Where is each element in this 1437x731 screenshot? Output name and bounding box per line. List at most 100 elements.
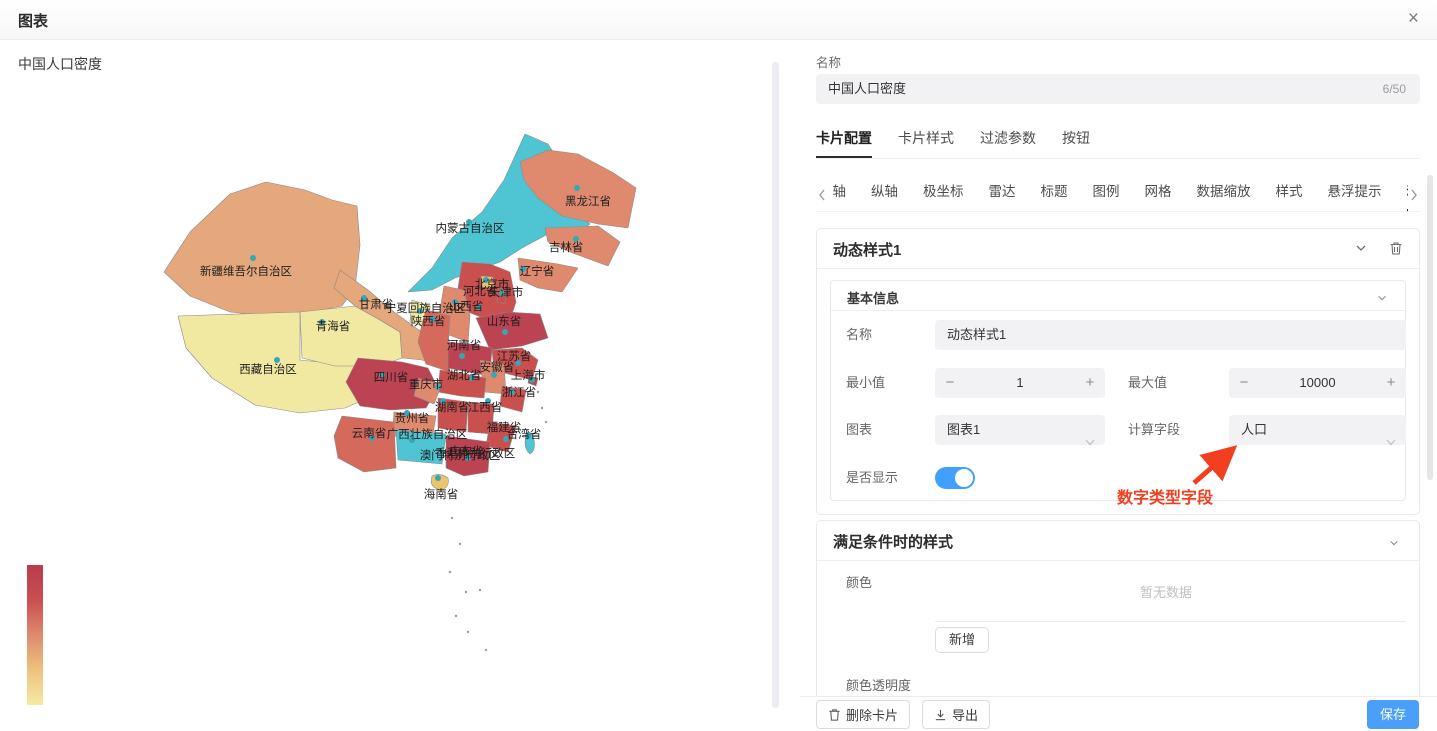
subtab-纵轴[interactable]: 纵轴 bbox=[871, 180, 898, 211]
small-island-mark bbox=[467, 631, 469, 633]
province-label-澳门特别行政区: 澳门特别行政区 bbox=[420, 448, 501, 462]
visible-toggle-label: 是否显示 bbox=[846, 463, 898, 493]
province-label-河南省: 河南省 bbox=[447, 338, 482, 352]
province-label-山东省: 山东省 bbox=[487, 315, 522, 328]
subtab-极坐标[interactable]: 极坐标 bbox=[923, 180, 964, 211]
download-icon bbox=[934, 708, 947, 722]
min-value-stepper[interactable]: − 1 + bbox=[935, 368, 1105, 398]
condition-style-header[interactable]: 满足条件时的样式 bbox=[817, 521, 1419, 561]
province-label-湖南省: 湖南省 bbox=[435, 400, 470, 414]
empty-data-text: 暂无数据 bbox=[1140, 582, 1192, 601]
subtab-数据缩放[interactable]: 数据缩放 bbox=[1197, 180, 1251, 211]
province-label-西藏自治区: 西藏自治区 bbox=[239, 362, 297, 376]
small-island-mark bbox=[449, 571, 451, 573]
subtab-网格[interactable]: 网格 bbox=[1145, 180, 1172, 211]
footer-bar: 删除卡片 导出 保存 bbox=[800, 696, 1437, 731]
chart-select-label: 图表 bbox=[846, 415, 872, 445]
province-label-江西省: 江西省 bbox=[468, 401, 503, 414]
calc-field-label: 计算字段 bbox=[1128, 415, 1180, 445]
province-label-陕西省: 陕西省 bbox=[411, 314, 446, 328]
tab-按钮[interactable]: 按钮 bbox=[1062, 128, 1090, 158]
province-label-宁夏回族自治区: 宁夏回族自治区 bbox=[385, 301, 466, 315]
subtabs-scroll-right-icon[interactable] bbox=[1408, 186, 1422, 204]
small-island-mark bbox=[479, 589, 481, 591]
export-button[interactable]: 导出 bbox=[922, 700, 990, 729]
province-新疆维吾尔自治区[interactable] bbox=[164, 182, 360, 316]
subtabs-scroll-left-icon[interactable] bbox=[816, 186, 830, 204]
dialog-title: 图表 bbox=[18, 10, 48, 31]
main-tabs: 卡片配置卡片样式过滤参数按钮 bbox=[816, 128, 1420, 159]
capital-dot-黑龙江省 bbox=[574, 185, 580, 191]
small-island-mark bbox=[451, 517, 453, 519]
capital-dot-海南省 bbox=[435, 475, 441, 481]
province-label-四川省: 四川省 bbox=[374, 371, 409, 384]
subtab-样式[interactable]: 样式 bbox=[1276, 180, 1303, 211]
province-label-台湾省: 台湾省 bbox=[507, 427, 542, 441]
annotation-arrow bbox=[1180, 443, 1250, 488]
divider bbox=[935, 621, 1406, 622]
delete-card-button[interactable]: 删除卡片 bbox=[816, 700, 910, 729]
min-increment-icon[interactable]: + bbox=[1077, 368, 1103, 398]
tab-卡片样式[interactable]: 卡片样式 bbox=[898, 128, 954, 158]
dynamic-style-title: 动态样式1 bbox=[833, 239, 901, 260]
basic-info-header[interactable]: 基本信息 bbox=[831, 281, 1405, 311]
small-island-mark bbox=[455, 615, 457, 617]
capital-dot-西藏自治区 bbox=[274, 357, 280, 363]
condition-chevron-icon[interactable] bbox=[1389, 535, 1405, 551]
subtab-横轴[interactable]: 横轴 bbox=[832, 180, 846, 211]
chevron-down-icon bbox=[1386, 427, 1396, 457]
dynamic-style-header[interactable]: 动态样式1 bbox=[817, 229, 1419, 269]
style-name-label: 名称 bbox=[846, 320, 872, 350]
small-island-mark bbox=[537, 391, 539, 393]
subtab-标题[interactable]: 标题 bbox=[1041, 180, 1068, 211]
left-panel-scrollbar[interactable] bbox=[772, 62, 779, 708]
small-island-mark bbox=[541, 407, 543, 409]
add-color-button[interactable]: 新增 bbox=[935, 627, 989, 653]
province-label-广西壮族自治区: 广西壮族自治区 bbox=[387, 427, 468, 441]
capital-dot-新疆维吾尔自治区 bbox=[250, 255, 256, 261]
province-label-辽宁省: 辽宁省 bbox=[520, 264, 555, 278]
save-button[interactable]: 保存 bbox=[1367, 700, 1419, 729]
province-label-吉林省: 吉林省 bbox=[549, 240, 584, 254]
delete-card-label: 删除卡片 bbox=[846, 705, 898, 724]
small-island-mark bbox=[485, 649, 487, 651]
max-value-stepper[interactable]: − 10000 + bbox=[1229, 368, 1406, 398]
chart-select-value: 图表1 bbox=[947, 422, 980, 437]
chart-select[interactable]: 图表1 bbox=[935, 415, 1105, 445]
subtab-图例[interactable]: 图例 bbox=[1093, 180, 1120, 211]
capital-dot-山东省 bbox=[502, 329, 508, 335]
visible-toggle[interactable] bbox=[935, 467, 975, 489]
province-label-内蒙古自治区: 内蒙古自治区 bbox=[436, 221, 505, 235]
small-island-mark bbox=[545, 421, 547, 423]
color-label: 颜色 bbox=[846, 568, 872, 598]
subtab-雷达[interactable]: 雷达 bbox=[989, 180, 1016, 211]
subtab-悬浮提示[interactable]: 悬浮提示 bbox=[1328, 180, 1382, 211]
province-label-安徽省: 安徽省 bbox=[480, 360, 515, 374]
small-island-mark bbox=[459, 543, 461, 545]
basic-info-chevron-icon[interactable] bbox=[1377, 290, 1393, 306]
style-name-input[interactable]: 动态样式1 bbox=[935, 320, 1406, 350]
delete-style-trash-icon[interactable] bbox=[1389, 241, 1405, 257]
max-increment-icon[interactable]: + bbox=[1378, 368, 1404, 398]
card-name-value: 中国人口密度 bbox=[828, 81, 906, 96]
province-label-青海省: 青海省 bbox=[316, 319, 351, 333]
calc-field-select[interactable]: 人口 bbox=[1229, 415, 1406, 445]
tab-卡片配置[interactable]: 卡片配置 bbox=[816, 128, 872, 158]
config-panel-scrollbar[interactable] bbox=[1427, 175, 1433, 480]
province-label-湖北省: 湖北省 bbox=[447, 368, 482, 382]
calc-field-value: 人口 bbox=[1241, 422, 1267, 437]
province-label-贵州省: 贵州省 bbox=[395, 412, 430, 425]
province-label-云南省: 云南省 bbox=[352, 426, 387, 440]
china-map[interactable]: 新疆维吾尔自治区西藏自治区青海省甘肃省内蒙古自治区黑龙江省吉林省辽宁省河北省北京… bbox=[150, 120, 670, 690]
tab-过滤参数[interactable]: 过滤参数 bbox=[980, 128, 1036, 158]
chevron-down-icon bbox=[1085, 427, 1095, 457]
card-name-input[interactable]: 中国人口密度 6/50 bbox=[816, 74, 1420, 104]
toggle-knob bbox=[955, 469, 973, 487]
small-island-mark bbox=[465, 591, 467, 593]
min-value-label: 最小值 bbox=[846, 368, 885, 398]
province-label-浙江省: 浙江省 bbox=[502, 386, 537, 399]
max-value-label: 最大值 bbox=[1128, 368, 1167, 398]
collapse-chevron-icon[interactable] bbox=[1355, 241, 1371, 257]
province-云南省[interactable] bbox=[334, 416, 396, 472]
close-icon[interactable]: × bbox=[1408, 8, 1419, 30]
